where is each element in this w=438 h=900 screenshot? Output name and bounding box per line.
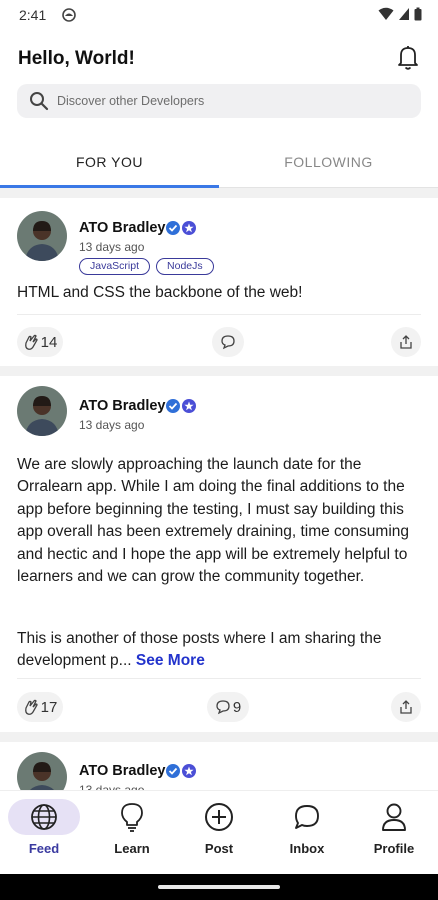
clap-icon [24, 699, 38, 715]
home-indicator[interactable] [158, 885, 280, 889]
feed-separator [0, 188, 438, 198]
status-icons [378, 7, 422, 26]
nav-icon-container [350, 799, 438, 835]
wifi-icon [378, 7, 394, 26]
verified-badge-icon [165, 763, 197, 779]
post-time: 13 days ago [79, 240, 145, 254]
tag-list: JavaScript NodeJs [79, 258, 214, 275]
post-text: We are slowly approaching the launch dat… [17, 456, 410, 586]
chat-icon [295, 805, 319, 829]
signal-icon [398, 7, 410, 26]
like-button[interactable]: 14 [17, 327, 63, 357]
comment-icon [221, 335, 235, 350]
author-name[interactable]: ATO Bradley [79, 398, 166, 414]
nav-active-indicator [8, 799, 80, 835]
nav-icon-container [0, 799, 88, 835]
post-card[interactable]: ATO Bradley 13 days ago JavaScript NodeJ… [0, 198, 438, 366]
post-divider [17, 314, 421, 315]
nav-label: Inbox [289, 841, 325, 856]
verified-badge-icon [165, 220, 197, 236]
globe-icon [31, 804, 57, 830]
like-count: 17 [40, 698, 58, 716]
nav-icon-container [88, 799, 176, 835]
page-title: Hello, World! [18, 48, 135, 69]
avatar[interactable] [17, 211, 67, 261]
tag-chip[interactable]: JavaScript [79, 258, 151, 275]
battery-icon [414, 7, 422, 26]
nav-icon-container [175, 799, 263, 835]
verified-badge-icon [165, 398, 197, 414]
post-text-truncated: This is another of those posts where I a… [17, 628, 421, 673]
comment-button[interactable] [212, 327, 244, 357]
lightbulb-icon [121, 803, 143, 832]
comment-count: 9 [232, 698, 242, 716]
feed-tabs: FOR YOU FOLLOWING [0, 140, 438, 188]
nav-label: Post [204, 841, 234, 856]
plus-circle-icon [205, 803, 233, 831]
nav-label: Profile [373, 841, 415, 856]
nav-item-profile[interactable]: Profile [350, 791, 438, 875]
tag-chip[interactable]: NodeJs [156, 258, 214, 275]
search-input[interactable] [57, 94, 397, 108]
see-more-link[interactable]: See More [136, 652, 205, 669]
share-icon [400, 700, 412, 714]
feed-separator [0, 366, 438, 376]
feed[interactable]: ATO Bradley 13 days ago JavaScript NodeJ… [0, 188, 438, 802]
search-bar[interactable] [17, 84, 421, 118]
author-name[interactable]: ATO Bradley [79, 763, 166, 779]
share-button[interactable] [391, 327, 421, 357]
nav-icon-container [263, 799, 351, 835]
nav-label: Feed [28, 841, 60, 856]
status-bar: 2:41 [0, 0, 438, 30]
post-card[interactable]: ATO Bradley 13 days ago We are slowly ap… [0, 376, 438, 732]
post-time: 13 days ago [79, 418, 145, 432]
post-text: HTML and CSS the backbone of the web! [17, 284, 303, 301]
avatar[interactable] [17, 386, 67, 436]
tab-for-you[interactable]: FOR YOU [0, 140, 219, 188]
tab-following[interactable]: FOLLOWING [219, 140, 438, 188]
header: Hello, World! [0, 40, 438, 80]
nav-item-inbox[interactable]: Inbox [263, 791, 351, 875]
feed-separator [0, 732, 438, 742]
system-navigation-bar [0, 874, 438, 900]
like-count: 14 [40, 333, 58, 351]
clap-icon [24, 334, 38, 350]
like-button[interactable]: 17 [17, 692, 63, 722]
status-time: 2:41 [19, 7, 47, 23]
search-icon [29, 91, 49, 111]
nav-item-post[interactable]: Post [175, 791, 263, 875]
share-icon [400, 335, 412, 349]
notification-dot-icon [62, 8, 76, 27]
share-button[interactable] [391, 692, 421, 722]
nav-item-feed[interactable]: Feed [0, 791, 88, 875]
post-divider [17, 678, 421, 679]
comment-button[interactable]: 9 [207, 692, 249, 722]
comment-icon [216, 700, 230, 715]
user-icon [382, 803, 406, 831]
nav-label: Learn [114, 841, 150, 856]
bell-icon[interactable] [396, 44, 420, 72]
bottom-navigation: Feed Learn Post Inbox Profile [0, 790, 438, 874]
nav-item-learn[interactable]: Learn [88, 791, 176, 875]
author-name[interactable]: ATO Bradley [79, 220, 166, 236]
